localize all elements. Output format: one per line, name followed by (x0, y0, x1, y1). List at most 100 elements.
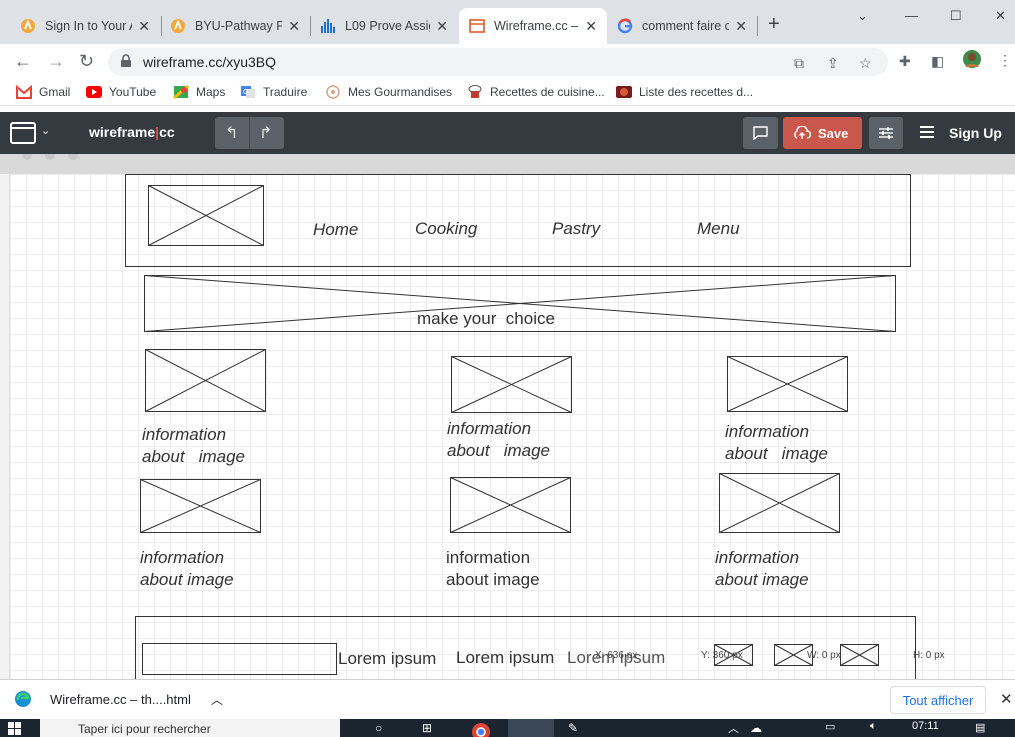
footer-text: Lorem ipsum (338, 649, 437, 668)
active-app-taskbar-icon[interactable] (508, 719, 554, 737)
task-view-icon[interactable]: ○ (375, 721, 382, 735)
footer-text: Lorem ipsum (456, 648, 555, 667)
close-window-icon[interactable]: ✕ (995, 8, 1006, 24)
taskbar-clock[interactable]: 07:11 (912, 720, 939, 732)
close-icon[interactable]: ✕ (138, 18, 150, 35)
bookmark-label: Gmail (39, 85, 71, 99)
canvas-left-edge (0, 174, 10, 679)
gmail-icon (16, 84, 32, 99)
close-download-bar-icon[interactable]: ✕ (1000, 690, 1013, 708)
address-bar[interactable]: wireframe.cc/xyu3BQ ⧉ ⇪ ☆ (108, 48, 888, 76)
save-button[interactable]: Save (783, 117, 862, 149)
bookmark-star-icon[interactable]: ☆ (859, 55, 872, 72)
close-icon[interactable]: ✕ (436, 18, 448, 35)
google-icon (617, 18, 633, 34)
nav-link-menu[interactable]: Menu (697, 218, 740, 240)
extensions-icon[interactable]: ✚ (899, 53, 911, 70)
maximize-icon[interactable]: ☐ (950, 8, 962, 24)
windows-start-icon[interactable] (8, 722, 22, 736)
redo-icon[interactable]: ↱ (259, 123, 272, 143)
network-icon[interactable]: ▭ (825, 720, 835, 733)
bookmark-youtube[interactable]: YouTube (86, 85, 156, 99)
hamburger-menu-icon[interactable] (920, 126, 934, 138)
chrome-taskbar-icon[interactable] (470, 721, 492, 737)
tab-title: comment faire c (642, 19, 730, 33)
explorer-taskbar-icon[interactable]: ✎ (568, 721, 578, 735)
undo-icon[interactable]: ↰ (225, 123, 238, 143)
image-placeholder (450, 477, 571, 533)
tab-title: BYU-Pathway Po (195, 19, 283, 33)
bookmark-mes-gourmandises[interactable]: Mes Gourmandises (325, 85, 452, 99)
chevron-down-icon[interactable]: ⌄ (41, 124, 50, 137)
windows-taskbar: Taper ici pour rechercher ○ ⊞ ✎ ☁ ︿ ▭ 🔈︎… (0, 719, 1015, 737)
minimize-icon[interactable]: — (905, 8, 918, 23)
new-tab-button[interactable]: + (768, 14, 780, 34)
taskbar-search-input[interactable]: Taper ici pour rechercher (40, 719, 340, 737)
sliders-icon (879, 127, 893, 139)
nav-link-home[interactable]: Home (313, 219, 358, 241)
image-caption: information about image (142, 425, 246, 466)
notifications-icon[interactable]: ▤ (975, 721, 985, 734)
share-icon[interactable]: ⇪ (827, 55, 839, 72)
tab-sign-in[interactable]: Sign In to Your A ✕ (10, 8, 160, 44)
bookmark-label: Recettes de cuisine... (490, 85, 605, 99)
download-item[interactable]: Wireframe.cc – th....html ︿ (14, 690, 223, 708)
tab-byu-pathway[interactable]: BYU-Pathway Po ✕ (160, 8, 310, 44)
widgets-icon[interactable]: ⊞ (422, 721, 432, 735)
brand-logo: wireframe|cc (89, 124, 175, 140)
translate-page-icon[interactable]: ⧉ (794, 55, 804, 72)
gourmandises-icon (325, 85, 341, 99)
system-tray-chevron-icon[interactable]: ︿ (728, 720, 739, 736)
tab-l09-prove[interactable]: L09 Prove Assig ✕ (310, 8, 458, 44)
tab-title: Wireframe.cc – (494, 19, 579, 33)
reload-icon[interactable]: ↻ (79, 51, 94, 71)
settings-button[interactable] (869, 117, 903, 149)
image-placeholder (140, 479, 261, 533)
side-panel-icon[interactable]: ◧ (931, 53, 944, 70)
chart-bars-icon (320, 18, 336, 34)
tab-wireframe[interactable]: Wireframe.cc – ✕ (459, 8, 607, 44)
lock-icon (121, 54, 131, 67)
tab-search-chevron-icon[interactable]: ⌄ (857, 8, 868, 24)
volume-icon[interactable]: 🔈︎ (870, 720, 877, 733)
readout-y: Y: 360 px (701, 650, 743, 661)
bookmark-recettes-cuisine[interactable]: Recettes de cuisine... (467, 85, 605, 99)
kebab-menu-icon[interactable]: ⋮ (998, 52, 1012, 69)
footer-input-box (142, 643, 337, 675)
tab-google-search[interactable]: comment faire c ✕ (607, 8, 757, 44)
sign-up-link[interactable]: Sign Up (949, 125, 1002, 141)
close-icon[interactable]: ✕ (585, 18, 597, 35)
bookmark-traduire[interactable]: G Traduire (240, 85, 307, 99)
close-icon[interactable]: ✕ (735, 18, 747, 35)
tab-separator (757, 16, 758, 36)
show-all-downloads-button[interactable]: Tout afficher (890, 686, 986, 714)
image-placeholder (840, 644, 879, 666)
image-caption: information about image (715, 548, 809, 589)
maps-icon (173, 84, 189, 100)
avatar[interactable] (962, 49, 982, 72)
bookmark-liste-recettes[interactable]: Liste des recettes d... (616, 85, 753, 99)
comment-button[interactable] (743, 117, 778, 149)
banner-text: make your choice (417, 309, 555, 328)
back-icon[interactable]: ← (14, 51, 32, 71)
url-text: wireframe.cc/xyu3BQ (143, 54, 277, 70)
canvas-header-strip (0, 154, 1015, 174)
image-placeholder (145, 349, 266, 412)
cloud-upload-icon (794, 126, 811, 139)
wireframe-canvas[interactable]: Home Cooking Pastry Menu make your choic… (10, 174, 1015, 679)
byu-pathway-icon (20, 18, 36, 34)
bookmark-maps[interactable]: Maps (173, 84, 225, 100)
nav-link-pastry[interactable]: Pastry (552, 218, 600, 240)
close-icon[interactable]: ✕ (288, 18, 300, 35)
image-caption: information about image (725, 422, 829, 463)
weather-icon[interactable]: ☁ (750, 721, 762, 735)
nav-link-cooking[interactable]: Cooking (415, 218, 477, 240)
byu-pathway-icon (170, 18, 186, 34)
bookmark-gmail[interactable]: Gmail (16, 84, 71, 99)
wireframe-icon (469, 18, 485, 34)
logo-image-placeholder (148, 185, 264, 246)
chevron-up-icon[interactable]: ︿ (211, 691, 223, 708)
forward-icon[interactable]: → (47, 51, 65, 71)
app-window-icon[interactable] (10, 122, 36, 144)
youtube-icon (86, 85, 102, 99)
